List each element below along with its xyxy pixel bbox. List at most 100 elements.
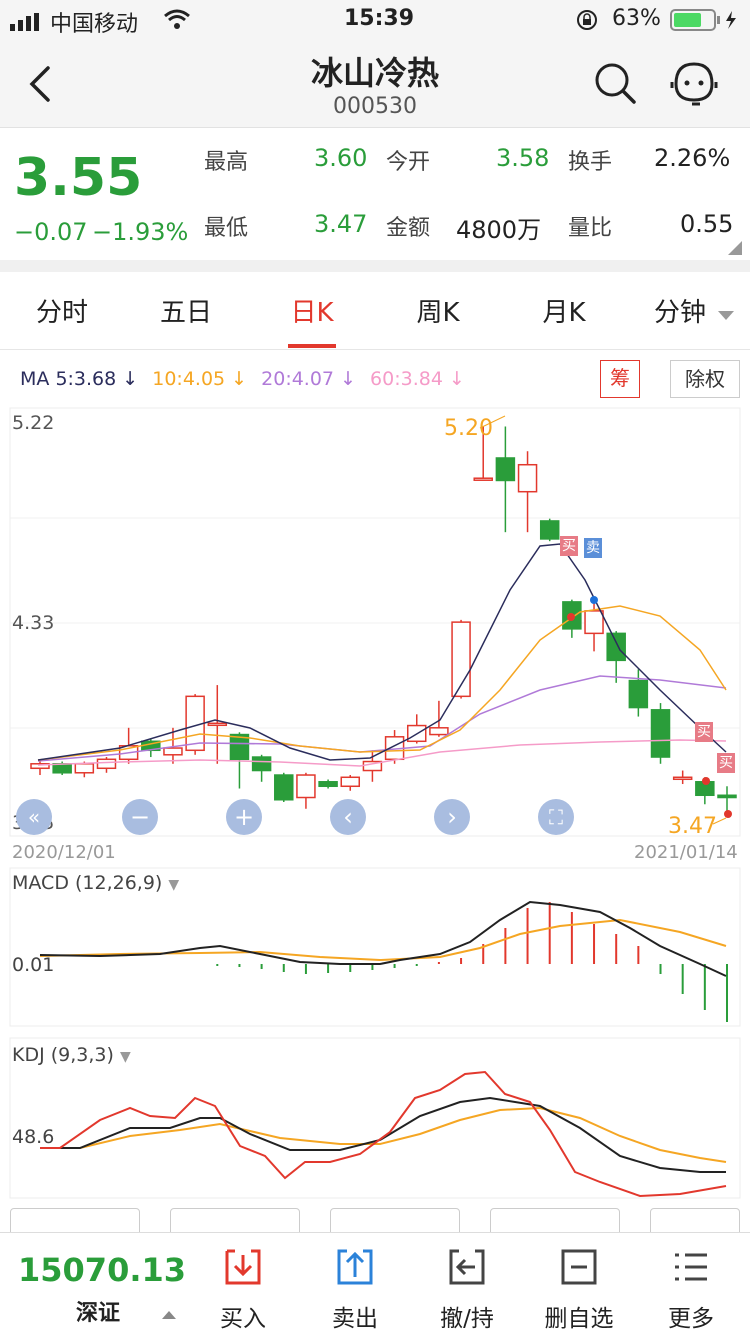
chart-area: MA 5:3.68 ↓ 10:4.05 ↓ 20:4.07 ↓ 60:3.84 … (0, 350, 750, 1238)
high-label: 最高 (204, 150, 249, 175)
min-price-label: 3.47 (668, 814, 717, 839)
kdj-title[interactable]: KDJ (9,3,3) ▼ (12, 1044, 131, 1066)
ma10-line (37, 605, 727, 761)
more-button-label: 更多 (668, 1306, 714, 1332)
open-value: 3.58 (496, 144, 550, 172)
remove-watchlist-button[interactable]: 删自选 (524, 1233, 634, 1335)
buy-tag: 买 (695, 722, 713, 742)
turnover-value: 2.26% (654, 144, 731, 172)
high-value: 3.60 (314, 144, 368, 172)
nav-bar: 冰山冷热 000530 (0, 40, 750, 128)
wifi-icon (163, 8, 191, 36)
candle-body (429, 727, 449, 736)
buy-tag: 买 (560, 536, 578, 556)
low-label: 最低 (204, 216, 249, 241)
sell-tag: 卖 (584, 538, 602, 558)
buy-signal-dot (567, 613, 575, 621)
index-switch-icon[interactable] (162, 1305, 176, 1324)
scroll-left-button[interactable]: ‹ (330, 799, 366, 835)
tab-monthly-k[interactable]: 月K (504, 292, 624, 329)
candle-body (163, 747, 183, 756)
tab-five-day[interactable]: 五日 (126, 292, 246, 329)
date-end: 2021/01/14 (634, 842, 738, 863)
candle-body (495, 457, 516, 482)
candle-body (606, 632, 626, 662)
candle-body (251, 756, 272, 772)
zoom-in-button[interactable]: + (226, 799, 262, 835)
scroll-right-button[interactable]: › (434, 799, 470, 835)
candle-body (52, 763, 72, 774)
candle-body (650, 709, 671, 758)
index-value: 15070.13 (18, 1251, 187, 1289)
candle-body (473, 477, 493, 481)
bottom-toolbar: 15070.13 深证 买入 卖出 撤/持 删自选 更多 (0, 1232, 750, 1334)
candle-body (539, 520, 560, 540)
expand-corner-icon[interactable] (728, 240, 742, 259)
candle-body (318, 781, 338, 788)
candle-body (96, 758, 117, 770)
cancel-hold-button[interactable]: 撤/持 (412, 1233, 522, 1335)
chart-svg (9, 407, 741, 1199)
last-price: 3.55 (14, 148, 143, 208)
date-start: 2020/12/01 (12, 842, 116, 863)
more-button[interactable]: 更多 (636, 1233, 746, 1335)
turnover-label: 换手 (568, 150, 613, 175)
remove-watchlist-label: 删自选 (544, 1306, 614, 1332)
buy-button[interactable]: 买入 (188, 1233, 298, 1335)
kdj-d-line (40, 1106, 727, 1163)
buy-signal-dot (724, 810, 732, 818)
status-bar: 中国移动 15:39 63% (0, 0, 750, 40)
sell-button[interactable]: 卖出 (300, 1233, 410, 1335)
max-price-label: 5.20 (444, 416, 493, 441)
low-value: 3.47 (314, 210, 368, 238)
tab-daily-k[interactable]: 日K (252, 292, 372, 329)
sell-signal-dot (590, 596, 598, 604)
kdj-dropdown-icon: ▼ (119, 1049, 131, 1065)
tab-intraday[interactable]: 分时 (2, 292, 122, 329)
clock: 15:39 (344, 6, 415, 31)
active-tab-indicator (288, 344, 336, 348)
buy-signal-dot (702, 777, 710, 785)
fullscreen-button[interactable]: ⛶ (538, 799, 574, 835)
candle-body (717, 794, 737, 799)
candle-body (517, 463, 538, 493)
buy-icon (225, 1249, 261, 1285)
minute-dropdown-icon[interactable] (718, 306, 734, 325)
tab-weekly-k[interactable]: 周K (378, 292, 498, 329)
remove-watchlist-icon (561, 1249, 597, 1285)
volratio-value: 0.55 (680, 210, 734, 238)
rewind-button[interactable]: « (16, 799, 52, 835)
sell-button-label: 卖出 (332, 1306, 378, 1332)
volratio-label: 量比 (568, 216, 613, 241)
cancel-hold-icon (449, 1249, 485, 1285)
price-change-pct: −1.93% (92, 218, 189, 246)
carrier: 中国移动 (50, 12, 139, 37)
zoom-out-button[interactable]: − (122, 799, 158, 835)
candle-body (584, 610, 604, 635)
rotation-lock-icon (576, 9, 598, 37)
candle-body (296, 774, 316, 799)
macd-title-text: MACD (12,26,9) (12, 872, 163, 894)
macd-diff-line (39, 900, 727, 977)
cancel-hold-label: 撤/持 (440, 1306, 494, 1332)
candle-body (672, 776, 693, 781)
candlestick-series (30, 426, 737, 816)
candle-body (628, 679, 649, 709)
sell-icon (337, 1249, 373, 1285)
buy-button-label: 买入 (220, 1306, 266, 1332)
kdj-title-text: KDJ (9,3,3) (12, 1044, 114, 1066)
candle-body (340, 776, 361, 788)
search-icon[interactable] (592, 60, 640, 112)
kdj-mid-label: 48.6 (12, 1126, 55, 1148)
index-name[interactable]: 深证 (76, 1295, 120, 1327)
y-mid-label: 4.33 (12, 612, 55, 634)
candle-body (207, 722, 228, 727)
menu-icon (675, 1253, 707, 1281)
open-label: 今开 (386, 150, 431, 175)
macd-title[interactable]: MACD (12,26,9) ▼ (12, 872, 179, 894)
customer-service-icon[interactable] (668, 58, 720, 114)
quote-panel: 3.55 −0.07 −1.93% 最高 3.60 今开 3.58 换手 2.2… (0, 128, 750, 260)
battery-percent: 63% (612, 6, 661, 31)
macd-dropdown-icon: ▼ (168, 877, 180, 893)
buy-tag: 买 (717, 753, 735, 773)
